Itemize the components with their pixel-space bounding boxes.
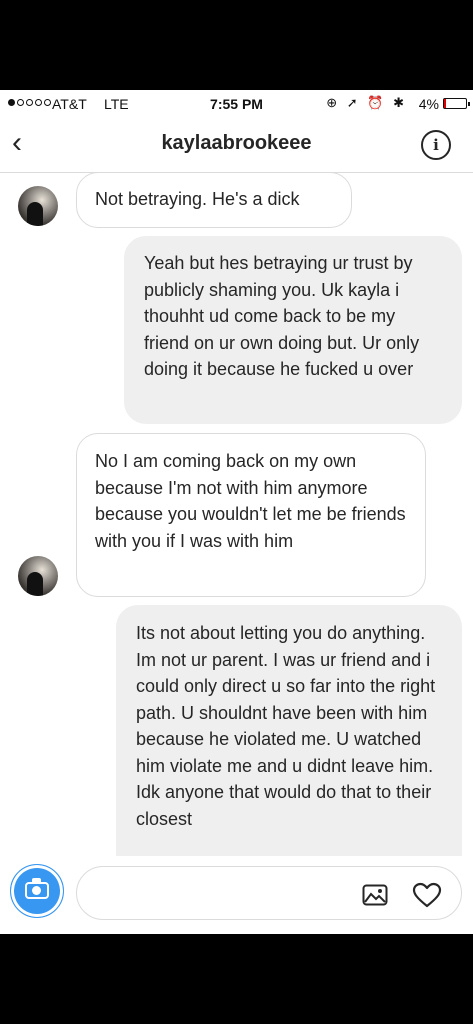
dm-screen: AT&T LTE 7:55 PM ⊕ ➚ ⏰ ✱ 4% ‹ kaylaabroo… [0,90,473,934]
status-icons: ⊕ ➚ ⏰ ✱ [326,95,407,110]
outgoing-message[interactable]: Its not about letting you do anything. I… [116,605,462,895]
heart-icon[interactable] [412,882,442,908]
incoming-message[interactable]: Not betraying. He's a dick [76,172,352,228]
incoming-message[interactable]: No I am coming back on my own because I'… [76,433,426,597]
camera-icon [25,878,49,899]
avatar[interactable] [18,186,58,226]
status-bar: AT&T LTE 7:55 PM ⊕ ➚ ⏰ ✱ 4% [0,90,473,118]
battery-percent: 4% [418,96,439,112]
battery-icon [443,98,470,109]
camera-button[interactable] [10,864,64,918]
message-input[interactable] [76,866,462,920]
message-composer [0,856,473,934]
conversation-header: ‹ kaylaabrookeee i [0,118,473,173]
outgoing-message[interactable]: Yeah but hes betraying ur trust by publi… [124,236,462,424]
conversation-username[interactable]: kaylaabrookeee [0,132,473,155]
info-icon[interactable]: i [421,130,451,160]
gallery-icon[interactable] [362,884,388,906]
avatar[interactable] [18,556,58,596]
